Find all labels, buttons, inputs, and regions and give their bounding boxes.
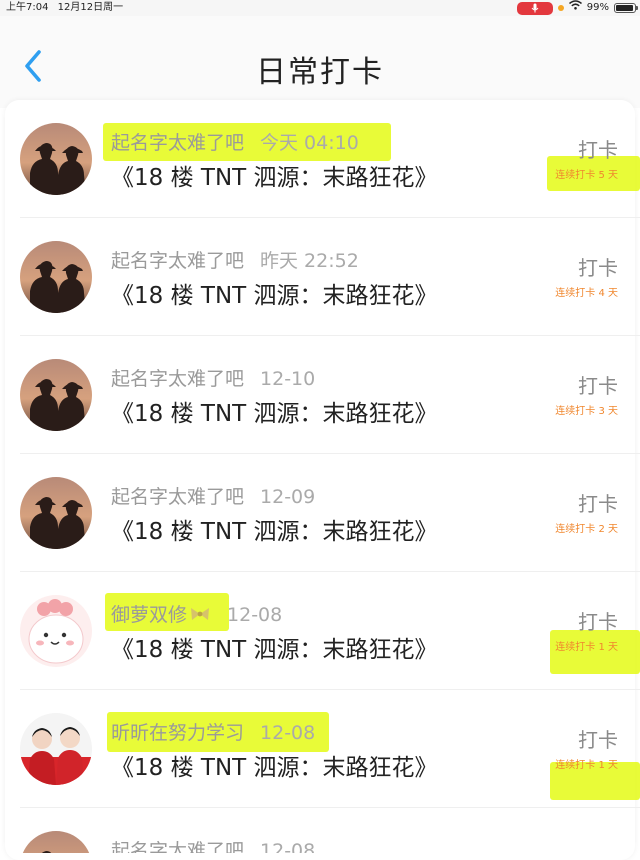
streak-label: 连续打卡 1 天 <box>555 642 618 653</box>
entry-meta: 起名字太难了吧 昨天 22:52 <box>111 246 359 273</box>
ribbon-bow-icon <box>189 605 211 627</box>
timestamp: 12-08 <box>227 604 283 626</box>
battery-icon <box>614 3 638 13</box>
timestamp: 今天 04:10 <box>260 132 359 154</box>
avatar[interactable] <box>20 477 92 549</box>
username[interactable]: 昕昕在努力学习 <box>111 722 244 744</box>
streak-label: 连续打卡 4 天 <box>555 288 618 299</box>
orange-dot-icon <box>557 5 564 11</box>
streak-label: 连续打卡 3 天 <box>555 406 618 417</box>
streak-label: 连续打卡 5 天 <box>555 170 618 181</box>
avatar[interactable] <box>20 241 92 313</box>
status-time: 上午7:04 <box>6 2 49 13</box>
wifi-icon <box>568 0 582 16</box>
entry-meta: 起名字太难了吧 今天 04:10 <box>111 128 359 155</box>
checkin-button[interactable]: 打卡 <box>578 488 618 517</box>
checkin-button[interactable]: 打卡 <box>578 252 618 281</box>
checkin-button[interactable]: 打卡 <box>578 370 618 399</box>
microphone-indicator-icon <box>516 1 553 15</box>
entry-message: 《18 楼 TNT 泗源：末路狂花》 <box>111 755 438 781</box>
list-item[interactable]: 起名字太难了吧 12-10 《18 楼 TNT 泗源：末路狂花》 打卡 连续打卡 … <box>0 336 640 454</box>
timestamp: 12-09 <box>260 486 316 508</box>
avatar[interactable] <box>20 595 92 667</box>
list-item[interactable]: 起名字太难了吧 昨天 22:52 《18 楼 TNT 泗源：末路狂花》 打卡 连续… <box>0 218 640 336</box>
entry-message: 《18 楼 TNT 泗源：末路狂花》 <box>111 165 438 191</box>
nav-bar: 日常打卡 <box>0 16 640 108</box>
entry-message: 《18 楼 TNT 泗源：末路狂花》 <box>111 519 438 545</box>
streak-label: 连续打卡 1 天 <box>555 760 618 771</box>
entry-meta: 起名字太难了吧 12-08 <box>111 836 315 853</box>
entry-meta: 起名字太难了吧 12-09 <box>111 482 315 509</box>
entry-message: 《18 楼 TNT 泗源：末路狂花》 <box>111 401 438 427</box>
avatar[interactable] <box>20 123 92 195</box>
page-title: 日常打卡 <box>256 55 384 90</box>
list-item[interactable]: 御萝双修 12-08 《18 楼 TNT 泗源：末路狂花》 打卡 连续打卡 1 天 <box>0 572 640 690</box>
status-bar: 上午7:04 12月12日周一 99% <box>0 0 640 16</box>
username[interactable]: 御萝双修 <box>111 604 187 626</box>
username[interactable]: 起名字太难了吧 <box>111 368 244 390</box>
username[interactable]: 起名字太难了吧 <box>111 840 244 853</box>
checkin-button[interactable]: 打卡 <box>578 724 618 753</box>
checkin-button[interactable]: 打卡 <box>578 134 618 163</box>
entry-meta: 昕昕在努力学习 12-08 <box>111 718 315 745</box>
username[interactable]: 起名字太难了吧 <box>111 132 244 154</box>
list-item[interactable]: 起名字太难了吧 12-09 《18 楼 TNT 泗源：末路狂花》 打卡 连续打卡 … <box>0 454 640 572</box>
entry-message: 《18 楼 TNT 泗源：末路狂花》 <box>111 637 438 663</box>
list-item[interactable]: 起名字太难了吧 12-08 <box>0 808 640 853</box>
avatar[interactable] <box>20 831 92 853</box>
username[interactable]: 起名字太难了吧 <box>111 486 244 508</box>
entry-meta: 御萝双修 12-08 <box>111 600 282 627</box>
streak-label: 连续打卡 2 天 <box>555 524 618 535</box>
timestamp: 12-10 <box>260 368 316 390</box>
list-item[interactable]: 起名字太难了吧 今天 04:10 《18 楼 TNT 泗源：末路狂花》 打卡 连续… <box>0 100 640 218</box>
avatar[interactable] <box>20 713 92 785</box>
battery-percent: 99% <box>586 2 609 13</box>
username[interactable]: 起名字太难了吧 <box>111 250 244 272</box>
entry-meta: 起名字太难了吧 12-10 <box>111 364 315 391</box>
avatar[interactable] <box>20 359 92 431</box>
timestamp: 12-08 <box>260 840 316 853</box>
timestamp: 12-08 <box>260 722 316 744</box>
timestamp: 昨天 22:52 <box>260 250 359 272</box>
checkin-button[interactable]: 打卡 <box>578 606 618 635</box>
status-date: 12月12日周一 <box>57 2 124 13</box>
list-item[interactable]: 昕昕在努力学习 12-08 《18 楼 TNT 泗源：末路狂花》 打卡 连续打卡 … <box>0 690 640 808</box>
entry-message: 《18 楼 TNT 泗源：末路狂花》 <box>111 283 438 309</box>
